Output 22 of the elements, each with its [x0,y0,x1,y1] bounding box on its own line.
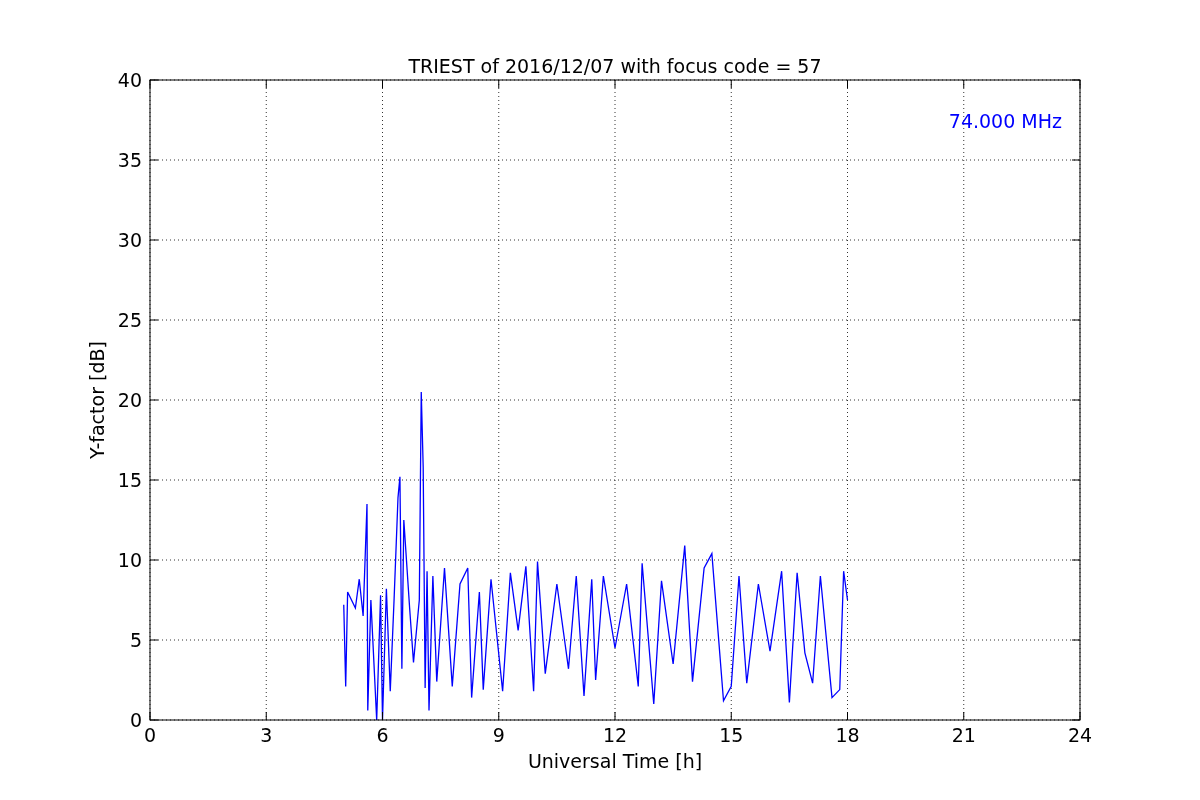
x-tick-label: 3 [260,724,273,746]
x-tick-label: 12 [602,724,628,746]
x-tick-label: 0 [143,724,157,746]
y-tick-label: 30 [117,229,142,251]
x-tick-label: 9 [492,724,505,746]
legend-label: 74.000 MHz [948,110,1062,132]
x-tick-label: 24 [1067,724,1093,746]
y-tick-label: 15 [117,469,142,491]
x-tick-label: 18 [835,724,860,746]
y-tick-label: 10 [117,549,142,571]
y-axis-label: Y-factor [dB] [86,341,108,459]
y-tick-label: 0 [129,709,142,731]
y-tick-label: 40 [117,69,142,91]
y-tick-label: 35 [117,149,142,171]
y-tick-label: 20 [117,389,142,411]
x-axis-label: Universal Time [h] [527,750,703,772]
x-tick-label: 15 [719,724,744,746]
chart-title: TRIEST of 2016/12/07 with focus code = 57 [408,55,822,77]
y-tick-label: 25 [117,309,142,331]
x-tick-label: 6 [376,724,389,746]
x-tick-label: 21 [951,724,976,746]
y-tick-label: 5 [129,629,142,651]
